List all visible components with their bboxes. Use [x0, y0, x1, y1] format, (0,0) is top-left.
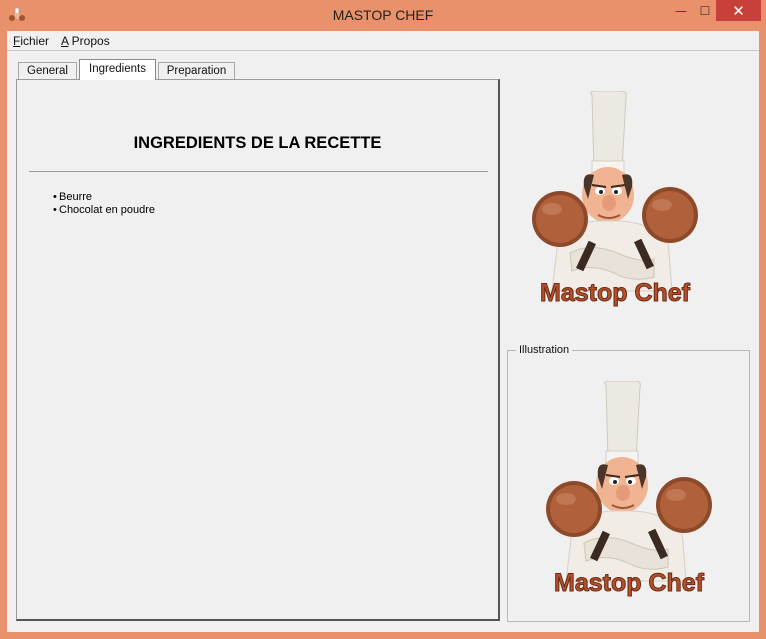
ingredients-heading: INGREDIENTS DE LA RECETTE	[133, 134, 382, 152]
ingredients-panel: INGREDIENTS DE LA RECETTE • Beurre • Choco…	[16, 79, 500, 621]
menu-bar: Fichier A Propos	[7, 31, 759, 51]
divider	[29, 171, 488, 172]
tab-preparation[interactable]: Preparation	[158, 62, 235, 79]
list-item: • Beurre	[53, 191, 155, 204]
tab-ingredients[interactable]: Ingredients	[79, 59, 156, 80]
ingredients-list: • Beurre • Chocolat en poudre	[53, 191, 155, 217]
menu-fichier[interactable]: Fichier	[13, 34, 49, 48]
illustration-text: Mastop Chef	[554, 569, 705, 597]
chef-logo-icon: Mastop Chef	[522, 91, 708, 308]
ingredient-text: Beurre	[59, 191, 93, 203]
minimize-icon: —	[675, 3, 687, 18]
illustration-legend: Illustration	[516, 344, 573, 356]
minimize-button[interactable]: —	[668, 0, 694, 21]
maximize-icon: ☐	[699, 3, 711, 18]
title-bar[interactable]: MASTOP CHEF — ☐ ✕	[0, 0, 766, 31]
ingredient-text: Chocolat en poudre	[59, 204, 156, 216]
chef-logo: Mastop Chef	[522, 91, 708, 311]
app-window: MASTOP CHEF — ☐ ✕ Fichier A Propos Gener…	[0, 0, 766, 639]
close-icon: ✕	[732, 1, 745, 20]
logo-text: Mastop Chef	[540, 279, 691, 307]
illustration-group: Illustration Mastop Chef	[507, 344, 750, 622]
close-button[interactable]: ✕	[716, 0, 761, 21]
client-area: Fichier A Propos General Ingredients Pre…	[7, 31, 759, 632]
tab-general[interactable]: General	[18, 62, 77, 79]
window-title: MASTOP CHEF	[332, 7, 434, 23]
menu-a-propos-label: Propos	[68, 34, 110, 48]
maximize-button[interactable]: ☐	[692, 0, 718, 21]
menu-fichier-label: ichier	[20, 34, 50, 48]
chef-illustration: Mastop Chef	[536, 381, 722, 601]
chef-illustration-icon: Mastop Chef	[536, 381, 722, 598]
menu-a-propos[interactable]: A Propos	[61, 34, 110, 48]
list-item: • Chocolat en poudre	[53, 204, 155, 217]
